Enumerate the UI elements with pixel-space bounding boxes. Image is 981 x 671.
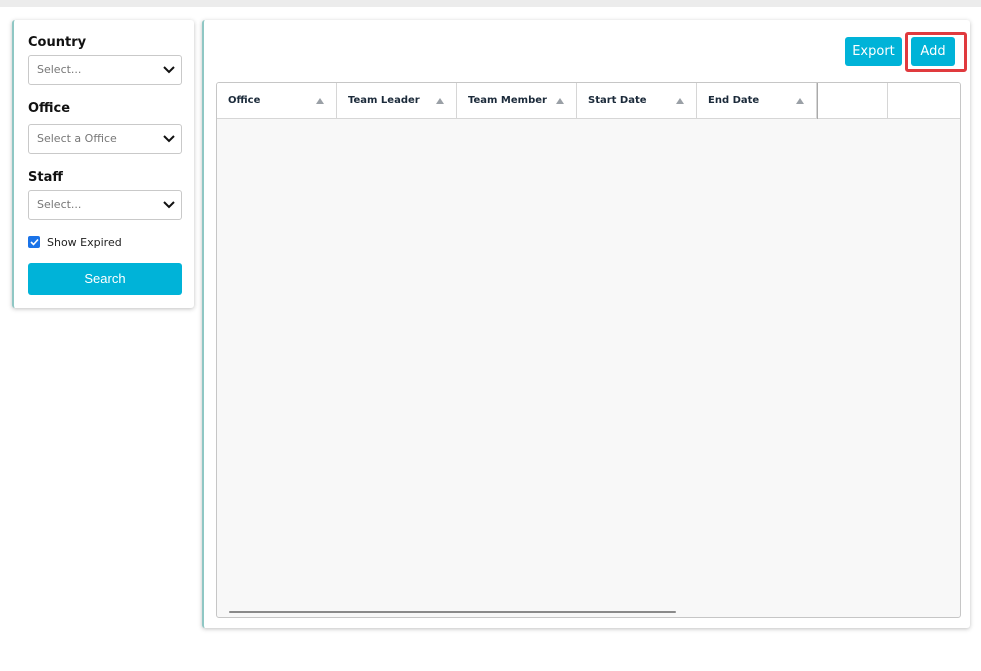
column-header-label: Team Leader [348, 95, 420, 106]
column-header-team-leader[interactable]: Team Leader [337, 83, 457, 119]
add-button-highlight [905, 32, 967, 72]
staff-select[interactable]: Select... [28, 190, 182, 220]
column-header-action-2 [888, 83, 960, 119]
sort-asc-icon [796, 98, 804, 104]
column-header-action-1 [817, 83, 888, 119]
column-header-end-date[interactable]: End Date [697, 83, 817, 119]
filter-panel: Country Select... Office Select a Office… [12, 20, 194, 308]
sort-asc-icon [316, 98, 324, 104]
column-header-label: End Date [708, 95, 760, 106]
search-button[interactable]: Search [28, 263, 182, 295]
sort-asc-icon [556, 98, 564, 104]
staff-label: Staff [28, 170, 63, 185]
sort-asc-icon [436, 98, 444, 104]
column-header-label: Office [228, 95, 261, 106]
column-header-start-date[interactable]: Start Date [577, 83, 697, 119]
data-grid: Office Team Leader Team Member Start Dat… [216, 82, 961, 618]
country-select-value: Select... [37, 63, 82, 76]
chevron-down-icon [163, 201, 175, 209]
staff-select-value: Select... [37, 198, 82, 211]
sort-asc-icon [676, 98, 684, 104]
grid-header: Office Team Leader Team Member Start Dat… [217, 83, 960, 119]
column-header-label: Start Date [588, 95, 647, 106]
office-label: Office [28, 101, 71, 116]
top-bar [0, 0, 981, 7]
column-header-team-member[interactable]: Team Member [457, 83, 577, 119]
country-select[interactable]: Select... [28, 55, 182, 85]
horizontal-scrollbar[interactable] [229, 611, 676, 613]
checkmark-icon [29, 238, 39, 246]
office-select[interactable]: Select a Office [28, 124, 182, 154]
column-header-label: Team Member [468, 95, 547, 106]
chevron-down-icon [163, 66, 175, 74]
office-select-value: Select a Office [37, 132, 117, 145]
chevron-down-icon [163, 135, 175, 143]
show-expired-label: Show Expired [47, 235, 122, 249]
export-button[interactable]: Export [845, 37, 902, 66]
show-expired-row: Show Expired [28, 234, 122, 250]
show-expired-checkbox[interactable] [28, 236, 40, 248]
column-header-office[interactable]: Office [217, 83, 337, 119]
country-label: Country [28, 35, 87, 50]
main-panel: Export Add Office Team Leader Team Membe… [202, 20, 970, 628]
